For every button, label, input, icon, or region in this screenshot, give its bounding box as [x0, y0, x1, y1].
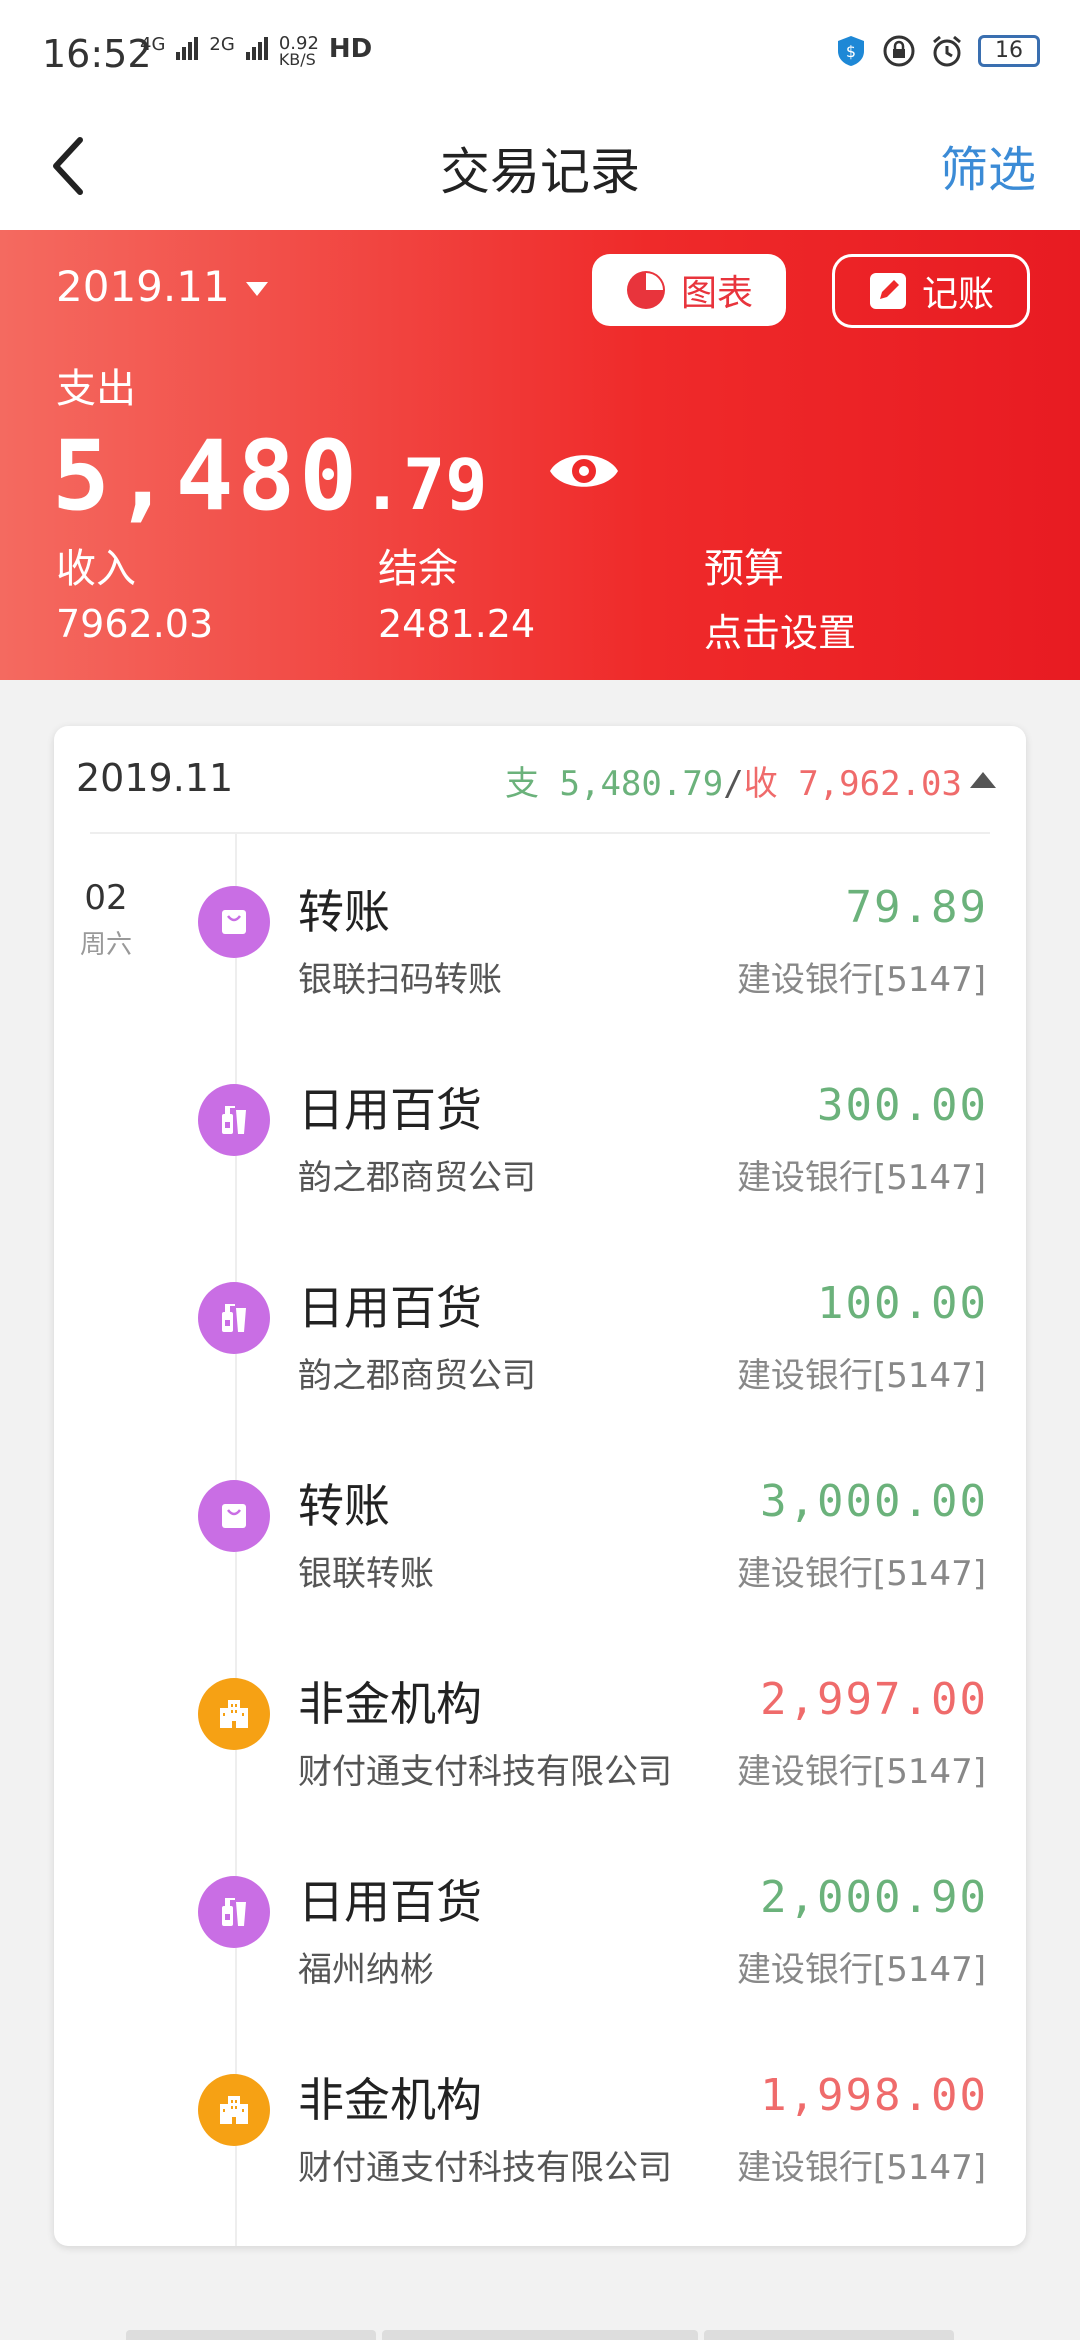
speed-unit: KB/S	[278, 50, 316, 69]
summary-banner: 2019.11 图表 记账 支出 5,480.79 收入 7962.03 结余 …	[0, 230, 1080, 680]
filter-button[interactable]: 筛选	[940, 130, 1036, 200]
spend-label: 支出	[56, 366, 136, 412]
shield-icon: $	[838, 36, 864, 66]
month-label: 2019.11	[56, 262, 230, 311]
signal-4g-label: 4G	[140, 34, 166, 55]
toiletries-icon	[198, 1282, 270, 1354]
transaction-amount: 2,997.00	[760, 1674, 988, 1725]
summary-separator: /	[723, 764, 744, 804]
page-title: 交易记录	[440, 143, 640, 201]
summary-in-label: 收	[743, 764, 778, 804]
transaction-account: 建设银行[5147]	[736, 1356, 986, 1396]
toiletries-icon	[198, 1876, 270, 1948]
bottom-tab-stub	[704, 2330, 954, 2340]
hd-label: HD	[328, 34, 373, 64]
transaction-category: 日用百货	[298, 1281, 482, 1335]
status-icons: $ 16	[834, 34, 1040, 68]
transaction-row[interactable]: 转账银联扫码转账 79.89 建设银行[5147]	[54, 864, 1026, 1054]
transaction-row[interactable]: 日用百货韵之郡商贸公司 100.00 建设银行[5147]	[54, 1260, 1026, 1450]
shopping-bag-icon	[198, 1480, 270, 1552]
transaction-amount: 300.00	[817, 1080, 988, 1131]
caret-down-icon	[245, 281, 268, 296]
spend-amount-decimal: .79	[360, 444, 488, 526]
transaction-amount: 3,000.00	[760, 1476, 988, 1527]
spend-amount: 5,480.79	[52, 420, 487, 532]
shopping-bag-icon	[198, 886, 270, 958]
transaction-category: 日用百货	[298, 1083, 482, 1137]
transaction-description: 韵之郡商贸公司	[298, 1356, 536, 1396]
transaction-account: 建设银行[5147]	[736, 1950, 986, 1990]
bottom-tab-stub	[382, 2330, 698, 2340]
summary-in-total: 7,962.03	[798, 764, 962, 804]
network-indicators: 4G 2G 0.92 KB/S HD	[140, 34, 373, 69]
bottom-tab-stub	[126, 2330, 376, 2340]
bookkeeping-button-label: 记账	[921, 274, 994, 315]
collapse-icon[interactable]	[970, 772, 996, 788]
budget-label: 预算	[704, 546, 784, 592]
divider	[90, 832, 990, 834]
lock-icon	[883, 35, 915, 67]
transaction-amount: 1,998.00	[760, 2070, 988, 2121]
income-value: 7962.03	[56, 602, 214, 646]
transaction-category: 非金机构	[298, 1677, 482, 1731]
transaction-description: 银联转账	[298, 1554, 434, 1594]
transaction-account: 建设银行[5147]	[736, 1554, 986, 1594]
month-selector[interactable]: 2019.11	[56, 262, 268, 311]
transaction-row[interactable]: 转账银联转账 3,000.00 建设银行[5147]	[54, 1458, 1026, 1648]
status-bar: 16:52 4G 2G 0.92 KB/S HD $ 16	[0, 0, 1080, 110]
card-summary: 支 5,480.79/收 7,962.03	[505, 756, 962, 805]
transaction-account: 建设银行[5147]	[736, 1158, 986, 1198]
income-label: 收入	[56, 546, 136, 592]
svg-text:$: $	[846, 42, 856, 61]
chart-button-label: 图表	[680, 273, 753, 314]
balance-value: 2481.24	[378, 602, 536, 646]
signal-icon	[245, 37, 268, 60]
bookkeeping-button[interactable]: 记账	[832, 254, 1030, 328]
chart-button[interactable]: 图表	[592, 254, 786, 326]
transaction-amount: 100.00	[817, 1278, 988, 1329]
transaction-card: 2019.11 支 5,480.79/收 7,962.03 02 周六 转账 银联…	[54, 726, 1026, 2246]
building-icon	[198, 2074, 270, 2146]
toiletries-icon	[198, 1084, 270, 1156]
budget-set-link[interactable]: 点击设置	[704, 602, 856, 657]
transaction-category: 非金机构	[298, 2073, 482, 2127]
summary-out-total: 5,480.79	[559, 764, 724, 804]
status-time: 16:52	[42, 32, 152, 76]
transaction-amount: 2,000.90	[760, 1872, 988, 1923]
transaction-category: 转账	[298, 1479, 390, 1533]
signal-2g-label: 2G	[209, 34, 235, 55]
network-speed: 0.92 KB/S	[278, 35, 319, 69]
transaction-description: 财付通支付科技有限公司	[298, 1752, 672, 1792]
building-icon	[198, 1678, 270, 1750]
summary-out-label: 支	[505, 764, 540, 804]
transaction-row[interactable]: 日用百货福州纳彬 2,000.90 建设银行[5147]	[54, 1854, 1026, 2044]
transaction-category: 日用百货	[298, 1875, 482, 1929]
alarm-icon	[933, 35, 961, 67]
spend-amount-integer: 5,480	[52, 420, 361, 532]
transaction-description: 福州纳彬	[298, 1950, 434, 1990]
transaction-account: 建设银行[5147]	[736, 2148, 986, 2188]
signal-icon	[176, 37, 199, 60]
transaction-amount: 79.89	[845, 882, 988, 933]
eye-icon[interactable]	[548, 446, 620, 496]
transaction-row[interactable]: 非金机构财付通支付科技有限公司 1,998.00 建设银行[5147]	[54, 2052, 1026, 2242]
card-month: 2019.11	[76, 756, 234, 800]
transaction-category: 转账	[298, 885, 390, 939]
transaction-row[interactable]: 非金机构财付通支付科技有限公司 2,997.00 建设银行[5147]	[54, 1656, 1026, 1846]
battery-indicator: 16	[978, 35, 1040, 67]
transaction-account: 建设银行[5147]	[736, 1752, 986, 1792]
transaction-row[interactable]: 日用百货韵之郡商贸公司 300.00 建设银行[5147]	[54, 1062, 1026, 1252]
transaction-account: 建设银行[5147]	[736, 960, 986, 1000]
edit-icon	[869, 273, 906, 309]
transaction-description: 韵之郡商贸公司	[298, 1158, 536, 1198]
transaction-description: 银联扫码转账	[298, 960, 502, 1000]
pie-chart-icon	[626, 271, 665, 309]
transaction-description: 财付通支付科技有限公司	[298, 2148, 672, 2188]
app-header: 交易记录 筛选	[0, 110, 1080, 230]
balance-label: 结余	[378, 546, 458, 592]
